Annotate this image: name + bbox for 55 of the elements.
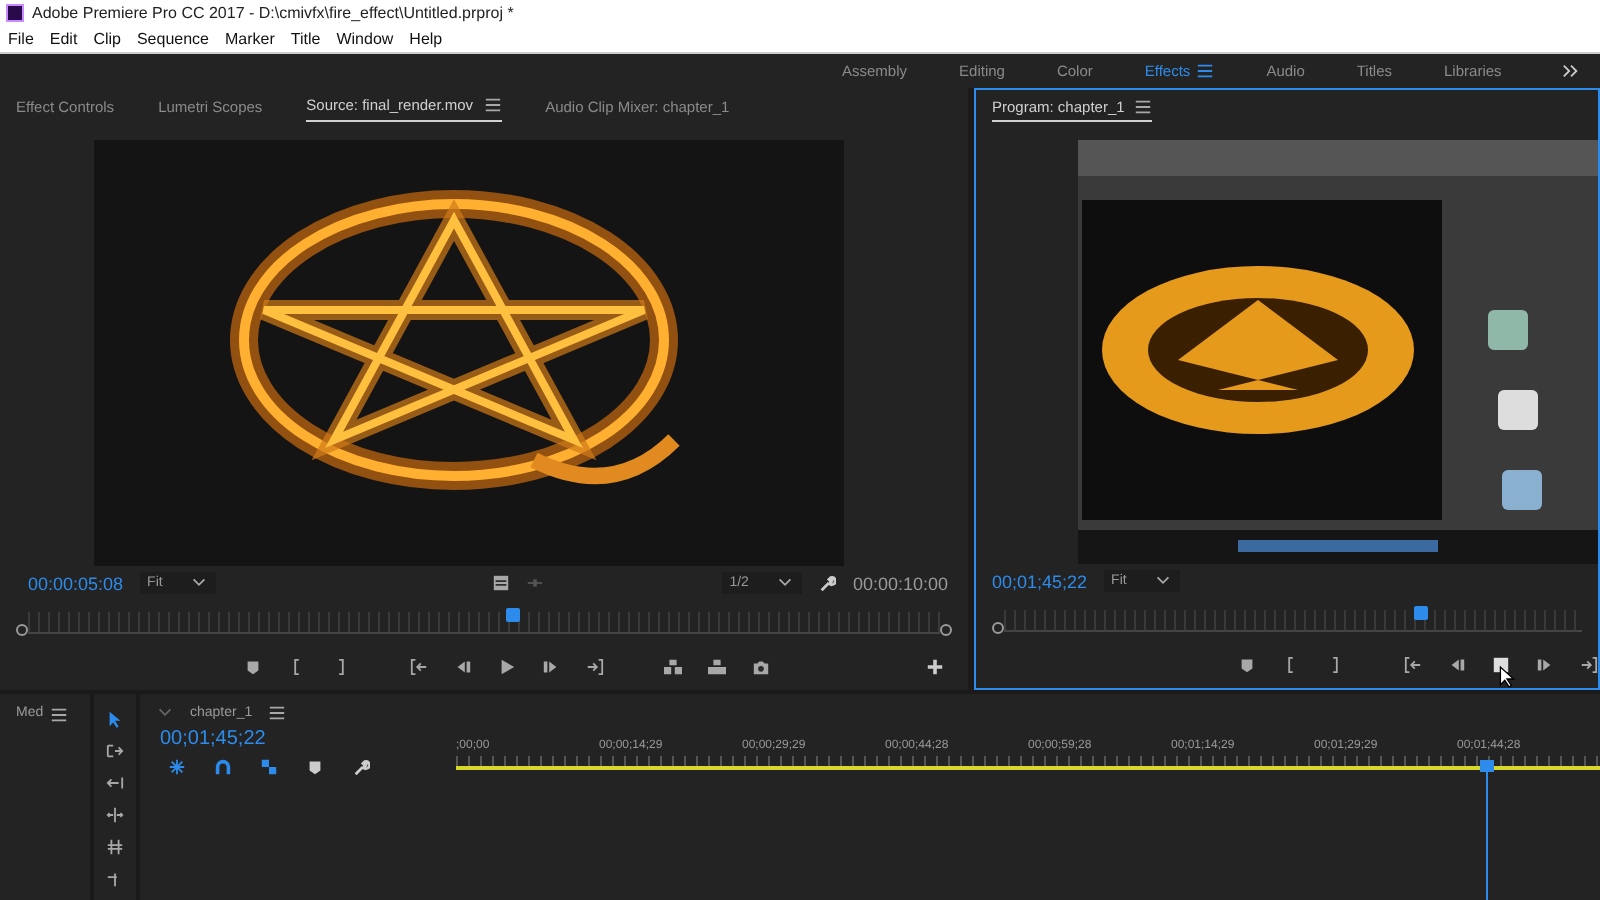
- nest-icon[interactable]: [168, 758, 186, 776]
- insert-icon[interactable]: [664, 658, 682, 676]
- menu-item[interactable]: Help: [409, 29, 443, 47]
- window-title: Adobe Premiere Pro CC 2017 - D:\cmivfx\fire_effect\Untitled.prproj *: [32, 3, 514, 21]
- go-to-out-icon[interactable]: [1580, 656, 1598, 675]
- snap-icon[interactable]: [214, 758, 232, 776]
- play-icon[interactable]: [498, 658, 516, 676]
- safe-margins-icon[interactable]: [492, 574, 511, 592]
- linked-selection-icon[interactable]: [260, 758, 278, 776]
- marker-icon[interactable]: [1238, 656, 1256, 675]
- timecode[interactable]: 00;01;45;22: [992, 571, 1088, 592]
- track-select-icon[interactable]: [106, 742, 125, 760]
- overflow-icon[interactable]: [1562, 62, 1580, 80]
- go-to-in-icon[interactable]: [1404, 656, 1422, 675]
- timecode[interactable]: 00;01;45;22: [160, 728, 456, 750]
- rolling-edit-icon[interactable]: [106, 806, 125, 824]
- menu-item[interactable]: Sequence: [136, 29, 209, 47]
- menu-icon[interactable]: [1134, 97, 1153, 116]
- add-icon[interactable]: [926, 658, 944, 676]
- in-handle[interactable]: [16, 624, 28, 636]
- menu-item[interactable]: Edit: [49, 29, 78, 47]
- overwrite-icon[interactable]: [708, 658, 726, 676]
- settings-icon[interactable]: [818, 574, 837, 592]
- step-back-icon[interactable]: [1448, 656, 1466, 675]
- step-forward-icon[interactable]: [1536, 656, 1554, 675]
- menu-icon[interactable]: [1196, 62, 1215, 80]
- caret-icon[interactable]: [776, 574, 795, 592]
- camera-icon[interactable]: [752, 658, 770, 676]
- go-to-out-icon[interactable]: [586, 658, 604, 676]
- duration: 00:00:10:00: [852, 573, 948, 593]
- out-handle[interactable]: [940, 624, 952, 636]
- playhead[interactable]: [1414, 605, 1429, 620]
- menu-icon[interactable]: [49, 706, 68, 724]
- in-handle[interactable]: [992, 622, 1004, 635]
- marker-icon[interactable]: [244, 658, 262, 676]
- ripple-edit-icon[interactable]: [106, 774, 125, 792]
- menu-icon[interactable]: [268, 704, 287, 722]
- marker-icon[interactable]: [306, 758, 324, 776]
- menu-item[interactable]: Window: [336, 29, 394, 47]
- step-forward-icon[interactable]: [542, 658, 560, 676]
- menu-item[interactable]: Marker: [225, 29, 275, 47]
- caret-icon[interactable]: [190, 574, 209, 592]
- go-to-in-icon[interactable]: [410, 658, 428, 676]
- selection-tool-icon[interactable]: [106, 710, 125, 728]
- mouse-cursor-icon: [1498, 666, 1516, 689]
- menu-item[interactable]: Clip: [93, 29, 121, 47]
- step-back-icon[interactable]: [454, 658, 472, 676]
- playhead[interactable]: [505, 607, 520, 621]
- timecode[interactable]: 00:00:05:08: [28, 573, 124, 593]
- menu-item[interactable]: Title: [290, 29, 321, 47]
- menu-item[interactable]: File: [8, 29, 34, 47]
- menu-icon[interactable]: [483, 96, 502, 114]
- rate-stretch-icon[interactable]: [106, 838, 125, 856]
- app-icon: [6, 3, 24, 21]
- settings-icon[interactable]: [352, 758, 370, 776]
